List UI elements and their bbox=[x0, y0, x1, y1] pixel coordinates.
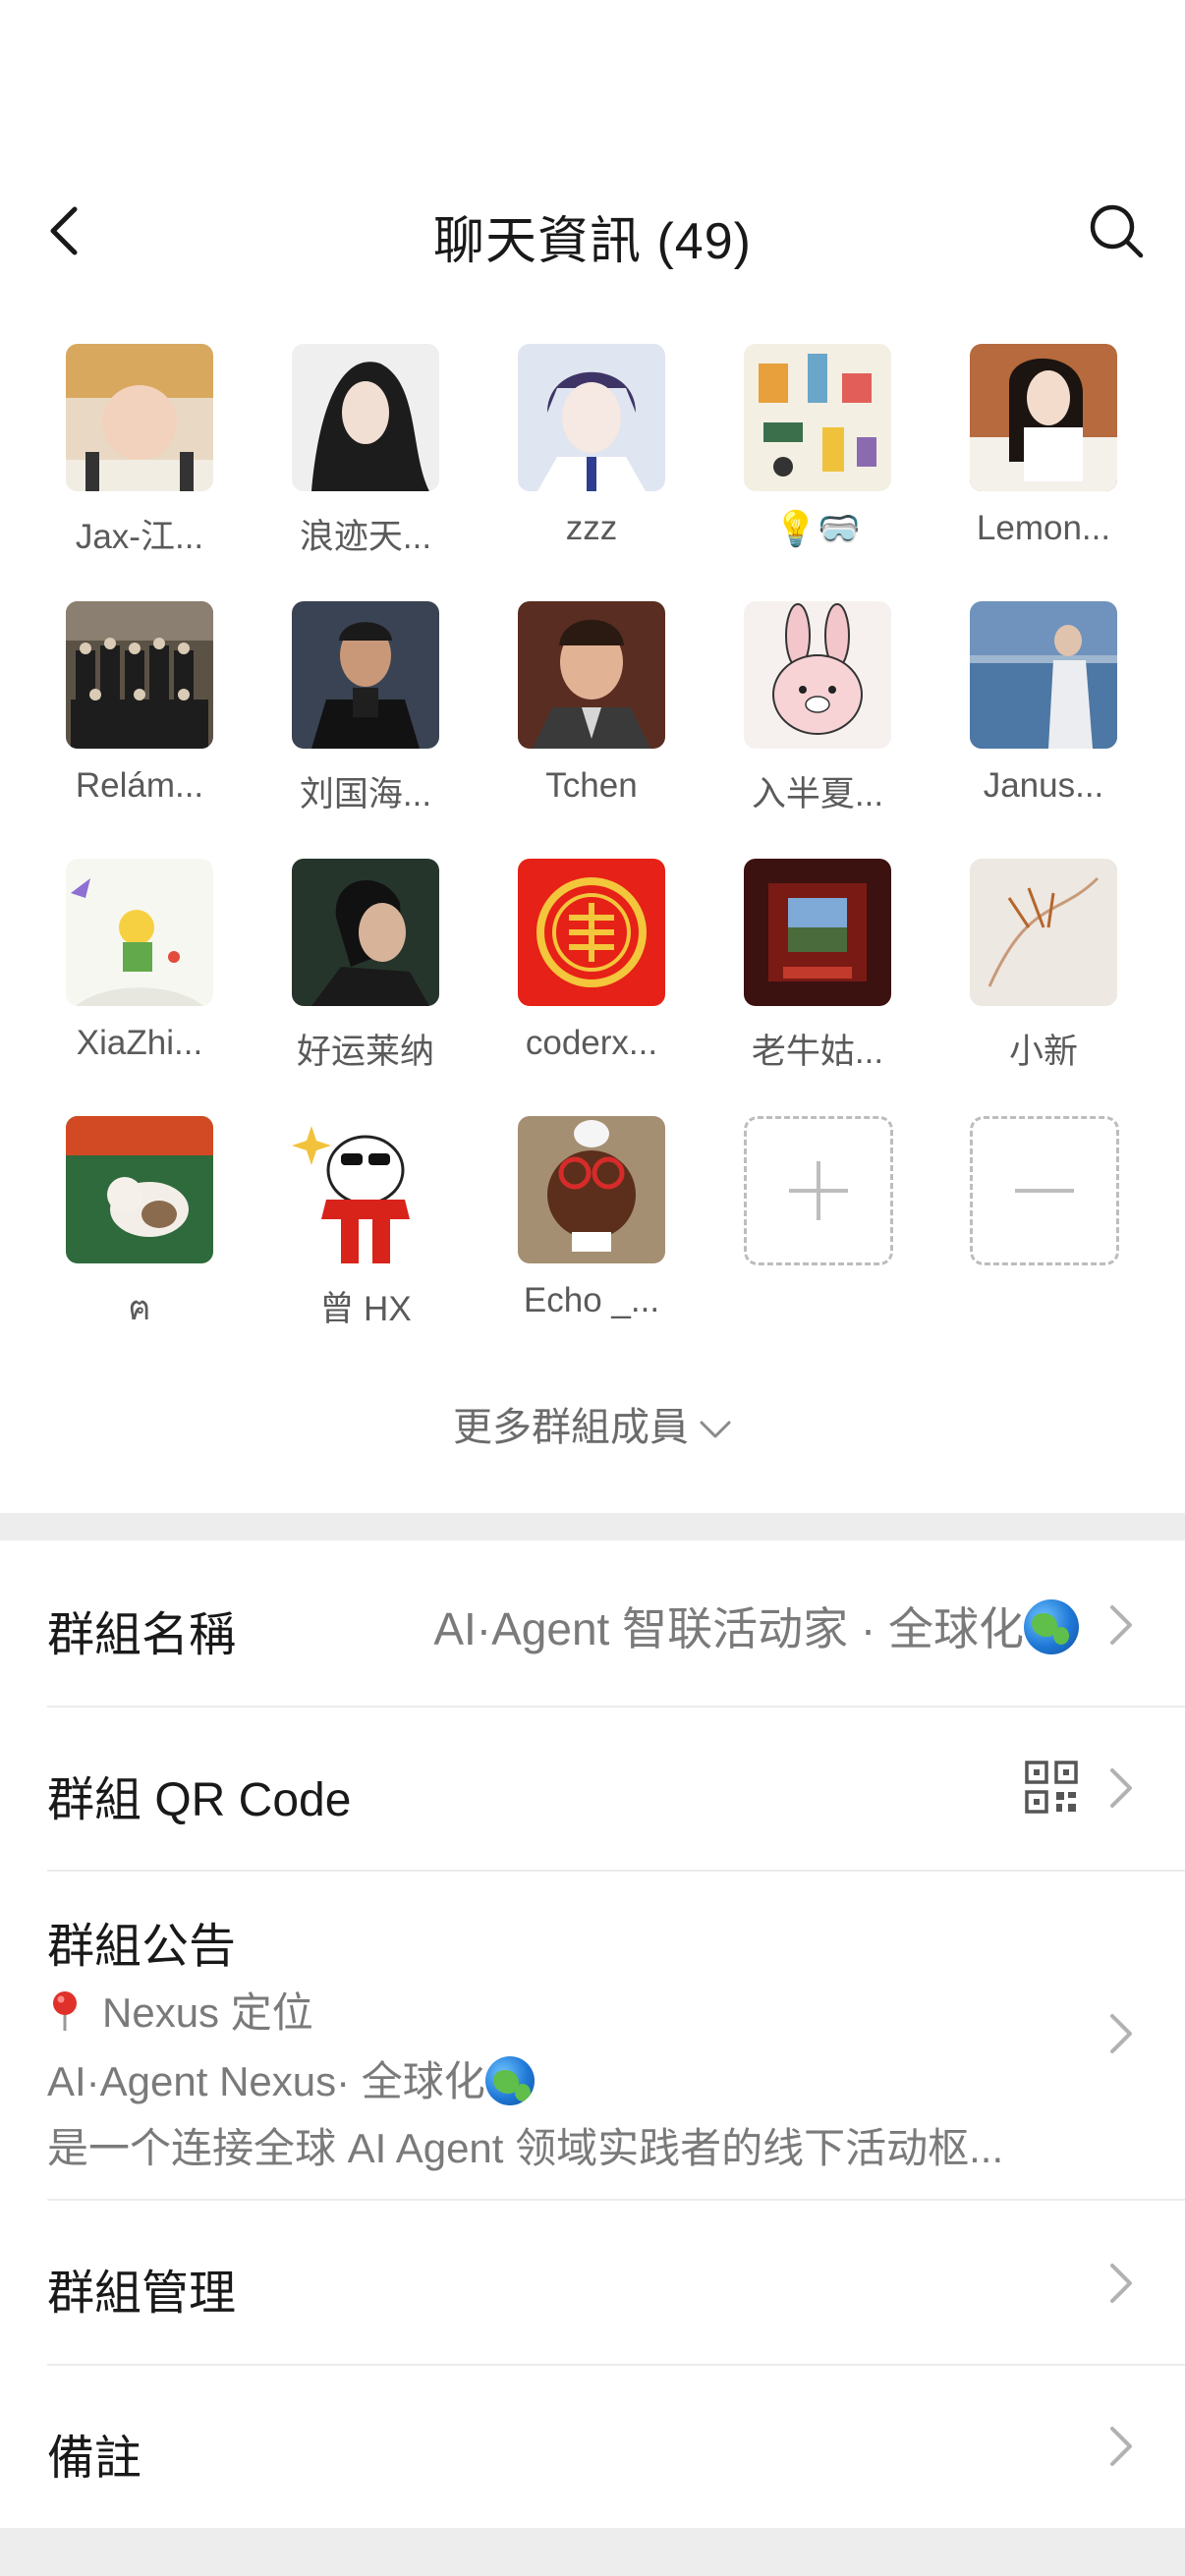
chevron-down-icon bbox=[700, 1421, 731, 1438]
member-avatar bbox=[66, 1116, 213, 1263]
chevron-right-icon bbox=[1110, 2264, 1132, 2303]
member-item[interactable]: ฅ bbox=[2, 1116, 228, 1352]
group-qr-label: 群組 QR Code bbox=[47, 1774, 352, 1826]
group-name-value: AI·Agent 智联活动家 · 全球化 bbox=[433, 1594, 1079, 1658]
chevron-right-icon bbox=[1110, 1605, 1132, 1645]
group-notice-label: 群組公告 bbox=[47, 1921, 237, 1973]
member-name: Lemon... bbox=[976, 509, 1111, 547]
member-name: 小新 bbox=[1008, 1033, 1078, 1071]
group-qr-row[interactable]: 群組 QR Code bbox=[47, 1706, 1185, 1872]
notice-line-2: AI·Agent Nexus· 全球化 bbox=[47, 2048, 535, 2108]
member-avatar bbox=[292, 859, 439, 1006]
member-avatar bbox=[744, 601, 891, 749]
pin-icon bbox=[53, 1991, 77, 2031]
member-item[interactable]: 入半夏... bbox=[680, 601, 906, 837]
group-manage-row[interactable]: 群組管理 bbox=[47, 2199, 1185, 2366]
remark-label: 備註 bbox=[47, 2433, 142, 2485]
plus-icon bbox=[789, 1161, 848, 1220]
member-item[interactable]: Echo _... bbox=[454, 1116, 680, 1352]
group-name-row[interactable]: 群組名稱 AI·Agent 智联活动家 · 全球化 bbox=[47, 1540, 1185, 1708]
more-members-link[interactable]: 更多群組成員 bbox=[0, 1395, 1185, 1452]
search-icon[interactable] bbox=[1087, 201, 1146, 260]
remark-row[interactable]: 備註 bbox=[47, 2364, 1185, 2528]
group-name-label: 群組名稱 bbox=[47, 1609, 237, 1661]
member-item[interactable]: Tchen bbox=[454, 601, 680, 837]
group-name-text: AI·Agent 智联活动家 · 全球化 bbox=[433, 1603, 1024, 1654]
member-avatar bbox=[292, 344, 439, 491]
chevron-right-icon bbox=[1110, 2014, 1132, 2053]
notice-line-3: 是一个连接全球 AI Agent 领域实践者的线下活动枢... bbox=[47, 2125, 1004, 2171]
member-item[interactable]: zzz bbox=[454, 344, 680, 580]
member-item[interactable]: 💡🥽 bbox=[680, 344, 906, 580]
member-name: Janus... bbox=[983, 766, 1104, 805]
member-avatar bbox=[292, 1116, 439, 1263]
member-avatar bbox=[518, 344, 665, 491]
minus-icon bbox=[1015, 1189, 1074, 1193]
bottom-divider bbox=[0, 2528, 1185, 2576]
member-item[interactable]: coderx... bbox=[454, 859, 680, 1094]
chevron-right-icon bbox=[1110, 1768, 1132, 1808]
member-item[interactable]: Jax-江... bbox=[2, 344, 228, 580]
member-avatar bbox=[66, 859, 213, 1006]
chevron-right-icon bbox=[1110, 2427, 1132, 2466]
member-item[interactable]: 好运莱纳 bbox=[228, 859, 454, 1094]
globe-emoji-icon bbox=[484, 2056, 535, 2105]
member-item[interactable]: Lemon... bbox=[906, 344, 1132, 580]
member-item[interactable]: 小新 bbox=[906, 859, 1132, 1094]
member-avatar bbox=[66, 344, 213, 491]
member-avatar bbox=[292, 601, 439, 749]
member-item[interactable]: 浪迹天... bbox=[228, 344, 454, 580]
notice-line-1: Nexus 定位 bbox=[47, 1980, 313, 2040]
add-member-button[interactable] bbox=[744, 1116, 893, 1265]
member-item[interactable]: XiaZhi... bbox=[2, 859, 228, 1094]
member-item[interactable]: 刘国海... bbox=[228, 601, 454, 837]
notice-line-2-text: AI·Agent Nexus· 全球化 bbox=[47, 2058, 485, 2104]
member-avatar bbox=[66, 601, 213, 749]
member-item[interactable]: 曾 HX bbox=[228, 1116, 454, 1352]
remove-member-button[interactable] bbox=[970, 1116, 1119, 1265]
group-settings-list: 群組名稱 AI·Agent 智联活动家 · 全球化 群組 QR Code 群組公… bbox=[0, 1540, 1185, 2528]
qr-code-icon bbox=[1025, 1761, 1078, 1814]
nav-bar: 聊天資訊 (49) bbox=[0, 167, 1185, 295]
more-members-label: 更多群組成員 bbox=[453, 1406, 689, 1449]
member-item[interactable]: Relám... bbox=[2, 601, 228, 837]
notice-line-1-text: Nexus 定位 bbox=[102, 1989, 313, 2036]
member-name: Echo _... bbox=[523, 1281, 660, 1319]
member-avatar bbox=[970, 344, 1117, 491]
group-notice-row[interactable]: 群組公告 Nexus 定位 AI·Agent Nexus· 全球化 是一个连接全… bbox=[47, 1870, 1185, 2201]
page-title: 聊天資訊 (49) bbox=[433, 213, 752, 270]
globe-emoji-icon bbox=[1024, 1599, 1079, 1654]
member-avatar bbox=[744, 859, 891, 1006]
group-manage-label: 群組管理 bbox=[47, 2268, 237, 2320]
member-avatar bbox=[518, 859, 665, 1006]
member-item[interactable]: Janus... bbox=[906, 601, 1132, 837]
member-item[interactable]: 老牛姑... bbox=[680, 859, 906, 1094]
member-avatar bbox=[518, 601, 665, 749]
member-avatar bbox=[744, 344, 891, 491]
member-avatar bbox=[518, 1116, 665, 1263]
member-avatar bbox=[970, 859, 1117, 1006]
member-avatar bbox=[970, 601, 1117, 749]
